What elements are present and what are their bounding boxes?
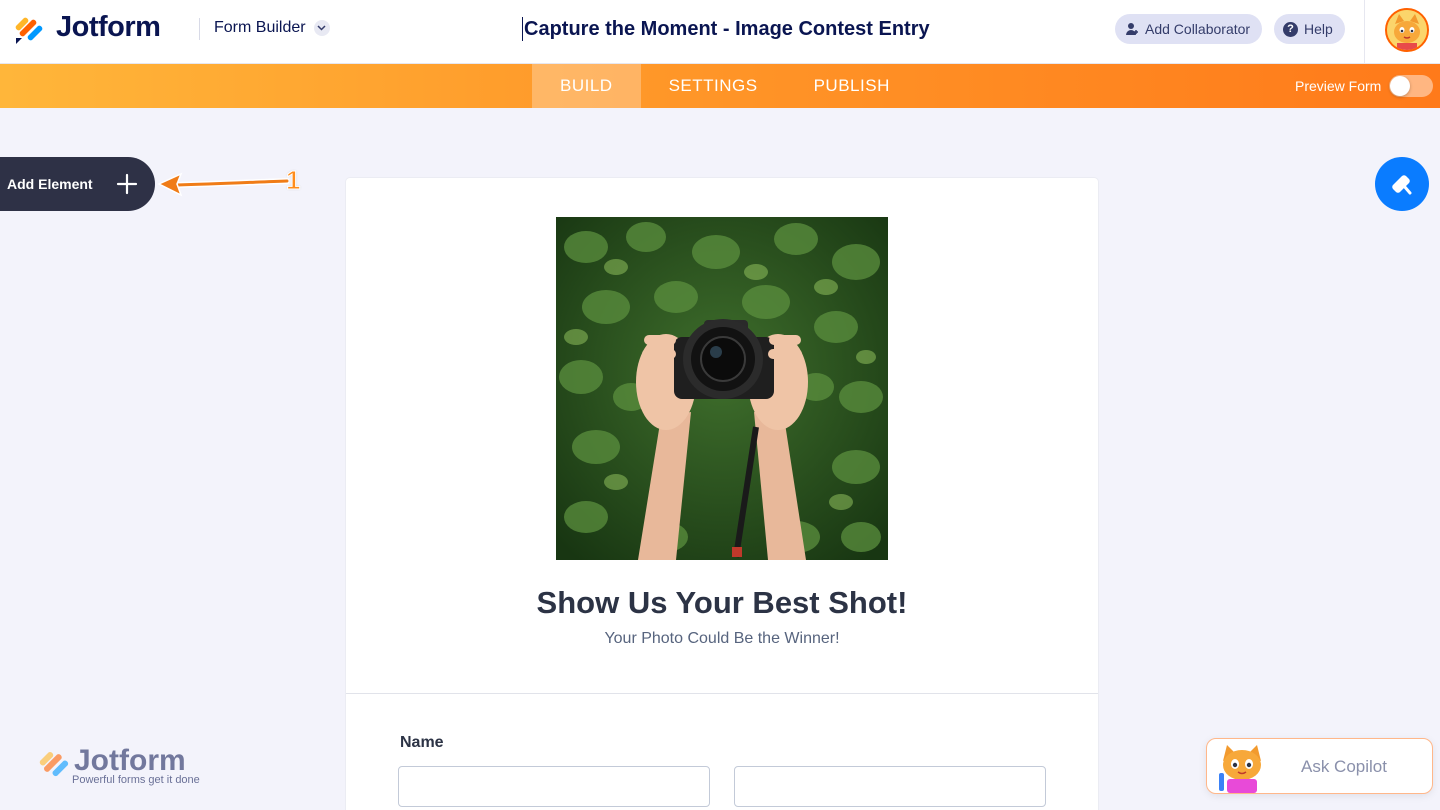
ask-copilot-label: Ask Copilot: [1301, 757, 1387, 776]
add-collaborator-button[interactable]: Add Collaborator: [1115, 14, 1263, 44]
jotform-watermark: Jotform Powerful forms get it done: [38, 744, 218, 794]
jotform-logo[interactable]: Jotform: [14, 11, 161, 44]
copilot-cat-icon: [1219, 745, 1261, 793]
camera-photo-image: [556, 217, 888, 560]
watermark-tagline: Powerful forms get it done: [72, 774, 200, 786]
form-card: Show Us Your Best Shot! Your Photo Could…: [346, 178, 1098, 810]
chevron-down-icon: [313, 20, 330, 36]
form-heading[interactable]: Show Us Your Best Shot!: [346, 585, 1098, 621]
help-icon: ?: [1283, 21, 1298, 37]
add-user-icon: [1126, 23, 1138, 35]
add-element-label: Add Element: [7, 176, 93, 192]
form-builder-menu[interactable]: Form Builder: [214, 19, 330, 37]
tab-publish[interactable]: PUBLISH: [786, 64, 918, 108]
form-header-image[interactable]: [556, 217, 888, 560]
plus-icon: [116, 173, 138, 195]
first-name-input[interactable]: [398, 766, 710, 807]
header-divider-right: [1364, 0, 1365, 64]
help-label: Help: [1304, 21, 1333, 37]
name-field-label[interactable]: Name: [400, 734, 444, 752]
paint-roller-icon: [1392, 175, 1412, 195]
ask-copilot-button[interactable]: Ask Copilot: [1206, 738, 1433, 794]
form-subheading[interactable]: Your Photo Could Be the Winner!: [346, 630, 1098, 648]
form-title[interactable]: Capture the Moment - Image Contest Entry: [522, 17, 930, 41]
header-divider: [199, 18, 200, 40]
annotation-number: 1: [285, 165, 301, 196]
toggle-knob: [1390, 76, 1411, 96]
preview-form-label: Preview Form: [1295, 78, 1382, 94]
top-bar: Jotform Form Builder Capture the Moment …: [0, 0, 1440, 64]
preview-form: Preview Form: [1295, 64, 1434, 108]
form-builder-label: Form Builder: [214, 19, 306, 36]
tab-settings[interactable]: SETTINGS: [641, 64, 786, 108]
builder-nav: BUILD SETTINGS PUBLISH Preview Form: [0, 64, 1440, 108]
section-divider: [346, 693, 1098, 694]
jotform-logo-icon: [15, 17, 43, 44]
arrow-icon: [157, 172, 289, 197]
add-collaborator-label: Add Collaborator: [1145, 21, 1251, 37]
tab-build[interactable]: BUILD: [532, 64, 641, 108]
avatar[interactable]: [1385, 8, 1429, 52]
help-button[interactable]: ? Help: [1274, 14, 1345, 44]
add-element-button[interactable]: Add Element: [0, 157, 155, 211]
jotform-logo-icon: [39, 752, 69, 777]
preview-form-toggle[interactable]: [1389, 75, 1434, 97]
form-designer-button[interactable]: [1375, 157, 1429, 211]
nav-tabs: BUILD SETTINGS PUBLISH: [532, 64, 918, 108]
last-name-input[interactable]: [734, 766, 1046, 807]
avatar-icon: [1387, 10, 1427, 50]
watermark-brand: Jotform: [74, 744, 186, 777]
brand-name: Jotform: [56, 11, 161, 43]
